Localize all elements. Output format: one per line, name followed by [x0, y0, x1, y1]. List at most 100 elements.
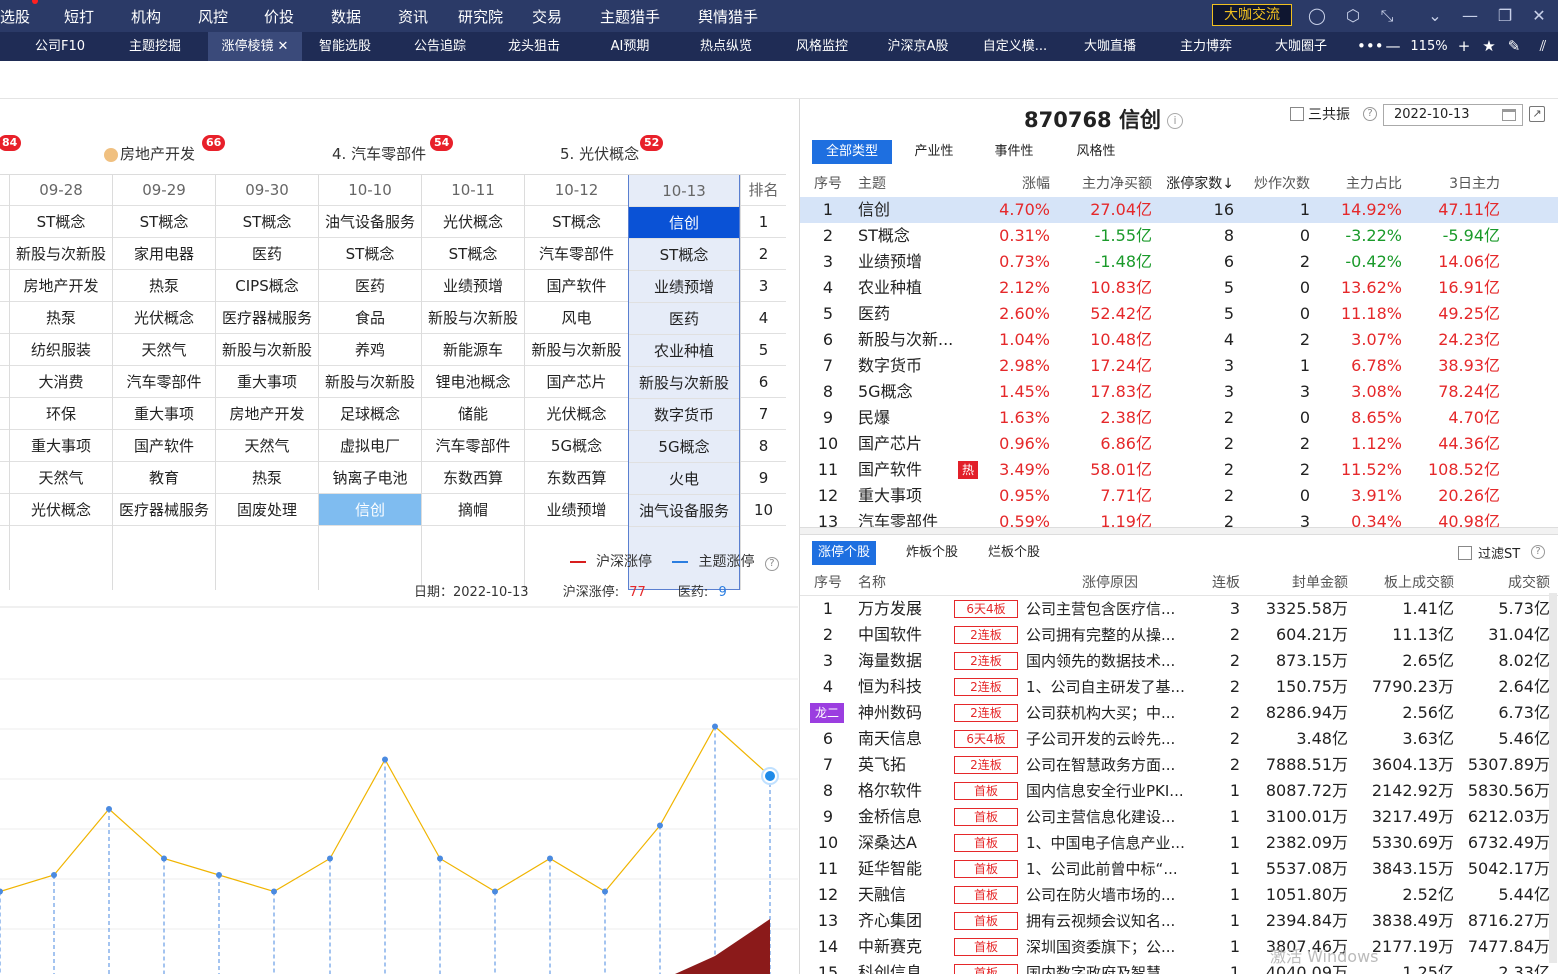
menu-item-7[interactable]: 研究院 — [458, 6, 503, 27]
grid-cell[interactable]: 医药 — [629, 303, 739, 335]
grid-cell[interactable]: 新股与次新股 — [629, 367, 739, 399]
filter-help-icon[interactable]: ? — [1531, 545, 1545, 559]
tab-5[interactable]: 龙头狙击 — [498, 32, 570, 61]
close-icon[interactable]: ✕ — [1525, 0, 1553, 32]
grid-cell[interactable] — [0, 334, 9, 366]
grid-cell[interactable]: 新能源车 — [422, 334, 524, 366]
grid-cell[interactable] — [0, 494, 9, 526]
grid-cell[interactable]: ST概念 — [10, 206, 112, 238]
grid-cell[interactable]: 热泵 — [10, 302, 112, 334]
resonance-help-icon[interactable]: ? — [1363, 107, 1377, 121]
theme-row[interactable]: 8 5G概念 1.45% 17.83亿 3 3 3.08% 78.24亿 — [800, 379, 1558, 405]
filter-st-checkbox[interactable] — [1458, 546, 1472, 560]
theme-row[interactable]: 3 业绩预增 0.73% -1.48亿 6 2 -0.42% 14.06亿 — [800, 249, 1558, 275]
theme-col-header-2[interactable]: 涨幅 — [990, 171, 1050, 197]
collapse-icon[interactable]: ⤡ — [1373, 0, 1401, 32]
stock-row[interactable]: 9 金桥信息 首板 公司主营信息化建设... 1 3100.01万 3217.49万 6212… — [800, 804, 1558, 830]
grid-cell[interactable]: 天然气 — [10, 462, 112, 494]
restore-icon[interactable]: ❐ — [1491, 0, 1519, 32]
grid-cell[interactable]: 食品 — [319, 302, 421, 334]
theme-row[interactable]: 10 国产芯片 0.96% 6.86亿 2 2 1.12% 44.36亿 — [800, 431, 1558, 457]
grid-cell[interactable]: 医药 — [216, 238, 318, 270]
grid-date-header[interactable]: 10-10 — [319, 174, 421, 206]
zoom-level[interactable]: 115% — [1408, 32, 1450, 61]
stock-col-header-1[interactable]: 名称 — [858, 570, 928, 596]
tab-12[interactable]: 主力博弈 — [1170, 32, 1242, 61]
grid-cell[interactable]: 固废处理 — [216, 494, 318, 526]
grid-cell[interactable]: 储能 — [422, 398, 524, 430]
grid-cell[interactable]: 纺织服装 — [10, 334, 112, 366]
grid-date-header[interactable]: 09-29 — [113, 174, 215, 206]
grid-cell[interactable]: 新股与次新股 — [525, 334, 628, 366]
theme-row[interactable]: 2 ST概念 0.31% -1.55亿 8 0 -3.22% -5.94亿 — [800, 223, 1558, 249]
grid-cell[interactable] — [0, 398, 9, 430]
grid-cell[interactable] — [0, 462, 9, 494]
grid-date-header[interactable] — [0, 174, 9, 206]
stock-row[interactable]: 1 万方发展 6天4板 公司主营包含医疗信... 3 3325.58万 1.41亿 5.73亿 — [800, 596, 1558, 622]
grid-cell[interactable] — [0, 302, 9, 334]
grid-cell[interactable]: 新股与次新股 — [422, 302, 524, 334]
stock-row[interactable]: 3 海量数据 2连板 国内领先的数据技术... 2 873.15万 2.65亿 8.02亿 — [800, 648, 1558, 674]
grid-cell[interactable]: 信创 — [629, 207, 739, 239]
stock-col-header-5[interactable]: 板上成交额 — [1366, 570, 1454, 596]
theme-row[interactable]: 4 农业种植 2.12% 10.83亿 5 0 13.62% 16.91亿 — [800, 275, 1558, 301]
theme-col-header-7[interactable]: 3日主力 — [1418, 171, 1500, 197]
grid-cell[interactable]: ST概念 — [216, 206, 318, 238]
chart-point[interactable] — [327, 855, 333, 862]
stock-col-header-6[interactable]: 成交额 — [1470, 570, 1550, 596]
chart-point[interactable] — [106, 806, 112, 812]
grid-date-header[interactable]: 10-12 — [525, 174, 628, 206]
grid-cell[interactable]: ST概念 — [319, 238, 421, 270]
star-icon[interactable]: ★ — [1479, 32, 1499, 61]
tab-2[interactable]: 涨停棱镜 ✕ — [208, 32, 302, 61]
chart-point[interactable] — [271, 888, 277, 895]
stock-row[interactable]: 8 格尔软件 首板 国内信息安全行业PKI... 1 8087.72万 2142.92万 58… — [800, 778, 1558, 804]
theme-row[interactable]: 5 医药 2.60% 52.42亿 5 0 11.18% 49.25亿 — [800, 301, 1558, 327]
concept-head-3[interactable]: 5. 光伏概念 — [560, 143, 639, 164]
grid-cell[interactable]: 农业种植 — [629, 335, 739, 367]
grid-cell[interactable]: 新股与次新股 — [10, 238, 112, 270]
theme-col-header-6[interactable]: 主力占比 — [1326, 171, 1402, 197]
type-tab-0[interactable]: 全部类型 — [812, 140, 892, 164]
menu-item-0[interactable]: 选股 — [0, 6, 30, 27]
user-icon[interactable]: ◯ — [1303, 0, 1331, 32]
chart-point[interactable] — [161, 855, 167, 862]
menu-item-6[interactable]: 资讯 — [398, 6, 428, 27]
theme-row[interactable]: 1 信创 4.70% 27.04亿 16 1 14.92% 47.11亿 — [800, 197, 1558, 223]
chart-point[interactable] — [492, 888, 498, 895]
grid-cell[interactable]: 光伏概念 — [422, 206, 524, 238]
grid-cell[interactable]: 东数西算 — [422, 462, 524, 494]
grid-cell[interactable]: 热泵 — [113, 270, 215, 302]
grid-cell[interactable]: 养鸡 — [319, 334, 421, 366]
grid-cell[interactable]: 教育 — [113, 462, 215, 494]
date-picker[interactable]: 2022-10-13 — [1383, 104, 1523, 126]
grid-date-header[interactable]: 10-13 — [629, 175, 739, 207]
grid-cell[interactable]: 汽车零部件 — [422, 430, 524, 462]
concept-head-1[interactable]: 房地产开发 — [104, 143, 195, 164]
chevron-down-icon[interactable]: ⌄ — [1421, 0, 1449, 32]
grid-cell[interactable]: 油气设备服务 — [629, 495, 739, 527]
chart-point[interactable] — [602, 888, 608, 895]
pen-icon[interactable]: ✎ — [1504, 32, 1524, 61]
theme-row[interactable]: 7 数字货币 2.98% 17.24亿 3 1 6.78% 38.93亿 — [800, 353, 1558, 379]
type-tab-3[interactable]: 风格性 — [1062, 140, 1130, 164]
grid-cell[interactable] — [0, 238, 9, 270]
chart-point[interactable] — [547, 855, 553, 862]
stock-row[interactable]: 2 中国软件 2连板 公司拥有完整的从操... 2 604.21万 11.13亿 31.04亿 — [800, 622, 1558, 648]
grid-cell[interactable] — [0, 270, 9, 302]
zoom-out-icon[interactable]: — — [1383, 32, 1403, 61]
grid-cell[interactable]: 重大事项 — [113, 398, 215, 430]
theme-row[interactable]: 11 国产软件 3.49% 58.01亿 2 2 11.52% 108.52亿 热 — [800, 457, 1558, 483]
grid-cell[interactable]: 光伏概念 — [525, 398, 628, 430]
theme-row[interactable]: 6 新股与次新... 1.04% 10.48亿 4 2 3.07% 24.23亿 — [800, 327, 1558, 353]
stock-row[interactable]: 龙二 神州数码 2连板 公司获机构大买；中... 2 8286.94万 2.56亿 6.73亿 — [800, 700, 1558, 726]
stock-col-header-3[interactable]: 连板 — [1200, 570, 1240, 596]
stock-row[interactable]: 12 天融信 首板 公司在防火墙市场的... 1 1051.80万 2.52亿 5.44亿 — [800, 882, 1558, 908]
grid-cell[interactable]: 国产芯片 — [525, 366, 628, 398]
grid-cell[interactable]: 光伏概念 — [10, 494, 112, 526]
grid-cell[interactable]: 医疗器械服务 — [113, 494, 215, 526]
type-tab-2[interactable]: 事件性 — [980, 140, 1048, 164]
export-icon[interactable]: ↗ — [1529, 106, 1545, 122]
grid-cell[interactable]: 天然气 — [113, 334, 215, 366]
grid-cell[interactable]: 国产软件 — [113, 430, 215, 462]
